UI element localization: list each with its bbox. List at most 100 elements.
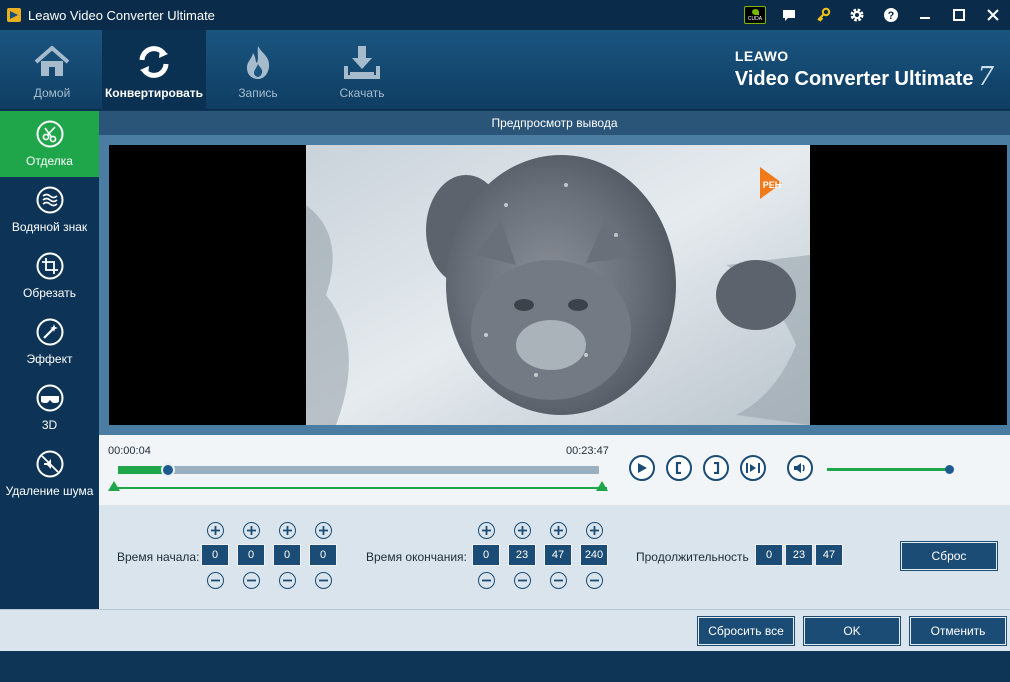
trim-controls: Время начала: 0000 Время окончания: 0 23 4… bbox=[99, 505, 1010, 609]
cuda-icon[interactable]: CUDA bbox=[738, 0, 772, 30]
play-segment-icon bbox=[746, 463, 760, 473]
end-time-seconds-decrement-button[interactable] bbox=[550, 572, 567, 589]
sidebar-item-crop-label: Обрезать bbox=[23, 286, 76, 300]
end-time-frames-field[interactable]: 240 bbox=[580, 544, 608, 566]
start-time-minutes-increment-button[interactable] bbox=[243, 522, 260, 539]
end-time-label: Время окончания: bbox=[366, 550, 467, 564]
trim-start-handle[interactable] bbox=[108, 481, 120, 491]
window-title: Leawo Video Converter Ultimate bbox=[28, 7, 215, 23]
ok-button[interactable]: OK bbox=[804, 617, 900, 645]
end-time-minutes-increment-button[interactable] bbox=[514, 522, 531, 539]
tab-home-label: Домой bbox=[33, 86, 71, 100]
cuda-label: CUDA bbox=[747, 16, 763, 22]
start-time-seconds-decrement-button[interactable] bbox=[279, 572, 296, 589]
start-time-hours-decrement-button[interactable] bbox=[207, 572, 224, 589]
plus-icon bbox=[319, 526, 328, 535]
mark-in-button[interactable] bbox=[666, 455, 692, 481]
noise-removal-icon bbox=[36, 450, 63, 478]
tab-home[interactable]: Домой bbox=[0, 30, 104, 110]
crop-icon bbox=[36, 252, 63, 280]
burn-icon bbox=[247, 46, 270, 79]
minus-icon bbox=[319, 579, 328, 582]
end-time-minutes-decrement-button[interactable] bbox=[514, 572, 531, 589]
brand-product-name: Video Converter Ultimate bbox=[734, 68, 974, 90]
volume-slider-thumb[interactable] bbox=[945, 465, 954, 474]
key-icon[interactable] bbox=[806, 0, 840, 30]
minus-icon bbox=[283, 579, 292, 582]
effect-wand-icon bbox=[36, 318, 63, 346]
sidebar-item-3d[interactable]: 3D bbox=[0, 375, 99, 441]
start-time-seconds-increment-button[interactable] bbox=[279, 522, 296, 539]
start-time-hours-increment-button[interactable] bbox=[207, 522, 224, 539]
start-time-label: Время начала: bbox=[117, 550, 200, 564]
close-icon[interactable] bbox=[976, 0, 1010, 30]
brand-version: 7 bbox=[977, 62, 994, 92]
video-preview[interactable]: РЕН bbox=[109, 145, 1007, 425]
edit-sidebar: Отделка Водяной знак Обрезать Эффект 3D bbox=[0, 111, 99, 609]
volume-slider[interactable] bbox=[827, 468, 951, 471]
reset-button[interactable]: Сброс bbox=[901, 542, 997, 570]
start-time-hours-field[interactable]: 0 bbox=[201, 544, 229, 566]
duration-label: Продолжительность bbox=[636, 550, 749, 564]
top-navigation: Домой Конвертировать Запись Скачать LEAW… bbox=[0, 30, 1010, 110]
volume-button[interactable] bbox=[787, 455, 813, 481]
start-time-frames-decrement-button[interactable] bbox=[315, 572, 332, 589]
tab-burn-label: Запись bbox=[238, 86, 278, 100]
start-time-seconds-field[interactable]: 0 bbox=[273, 544, 301, 566]
start-time-frames-field[interactable]: 0 bbox=[309, 544, 337, 566]
sidebar-item-noise-removal[interactable]: Удаление шума bbox=[0, 441, 99, 507]
preview-segment-button[interactable] bbox=[740, 455, 766, 481]
seek-bar[interactable] bbox=[118, 463, 599, 477]
end-time-seconds-increment-button[interactable] bbox=[550, 522, 567, 539]
tab-convert[interactable]: Конвертировать bbox=[102, 30, 206, 110]
tab-burn[interactable]: Запись bbox=[206, 30, 310, 110]
sidebar-item-effect-label: Эффект bbox=[26, 352, 73, 366]
gear-icon[interactable] bbox=[840, 0, 874, 30]
current-time: 00:00:04 bbox=[108, 445, 151, 457]
video-frame-image: РЕН bbox=[306, 145, 810, 425]
chat-icon[interactable] bbox=[772, 0, 806, 30]
end-time-hours-field[interactable]: 0 bbox=[472, 544, 500, 566]
sidebar-item-crop[interactable]: Обрезать bbox=[0, 243, 99, 309]
end-time-hours-decrement-button[interactable] bbox=[478, 572, 495, 589]
brand-logo: LEAWO Video Converter Ultimate 7 bbox=[735, 48, 994, 92]
start-time-minutes-field[interactable]: 0 bbox=[237, 544, 265, 566]
end-time-seconds-field[interactable]: 47 bbox=[544, 544, 572, 566]
end-time-hours-increment-button[interactable] bbox=[478, 522, 495, 539]
play-icon bbox=[638, 463, 647, 473]
video-area: РЕН bbox=[99, 135, 1010, 435]
end-time-frames-increment-button[interactable] bbox=[586, 522, 603, 539]
title-bar: Leawo Video Converter Ultimate CUDA ? bbox=[0, 0, 1010, 30]
reset-all-button[interactable]: Сбросить все bbox=[698, 617, 794, 645]
sidebar-item-noise-removal-label: Удаление шума bbox=[5, 484, 94, 498]
svg-text:?: ? bbox=[888, 10, 895, 22]
plus-icon bbox=[590, 526, 599, 535]
mark-out-button[interactable] bbox=[703, 455, 729, 481]
end-time-minutes-field[interactable]: 23 bbox=[508, 544, 536, 566]
minimize-icon[interactable] bbox=[908, 0, 942, 30]
duration-seconds: 47 bbox=[815, 544, 843, 566]
end-time-frames-decrement-button[interactable] bbox=[586, 572, 603, 589]
duration-minutes: 23 bbox=[785, 544, 813, 566]
channel-watermark: РЕН bbox=[763, 180, 782, 190]
trim-end-handle[interactable] bbox=[596, 481, 608, 491]
plus-icon bbox=[247, 526, 256, 535]
bracket-left-icon bbox=[675, 462, 681, 474]
start-time-frames-increment-button[interactable] bbox=[315, 522, 332, 539]
sidebar-item-trim[interactable]: Отделка bbox=[0, 111, 99, 177]
dialog-footer: Сбросить все OK Отменить bbox=[0, 609, 1010, 651]
help-icon[interactable]: ? bbox=[874, 0, 908, 30]
sidebar-item-watermark[interactable]: Водяной знак bbox=[0, 177, 99, 243]
maximize-icon[interactable] bbox=[942, 0, 976, 30]
convert-icon bbox=[139, 46, 169, 78]
seek-bar-thumb[interactable] bbox=[161, 463, 176, 477]
minus-icon bbox=[211, 579, 220, 582]
duration-hours: 0 bbox=[755, 544, 783, 566]
plus-icon bbox=[518, 526, 527, 535]
sidebar-item-effect[interactable]: Эффект bbox=[0, 309, 99, 375]
timeline: 00:00:04 00:23:47 bbox=[99, 435, 1010, 505]
start-time-minutes-decrement-button[interactable] bbox=[243, 572, 260, 589]
cancel-button[interactable]: Отменить bbox=[910, 617, 1006, 645]
play-button[interactable] bbox=[629, 455, 655, 481]
tab-download[interactable]: Скачать bbox=[310, 30, 414, 110]
